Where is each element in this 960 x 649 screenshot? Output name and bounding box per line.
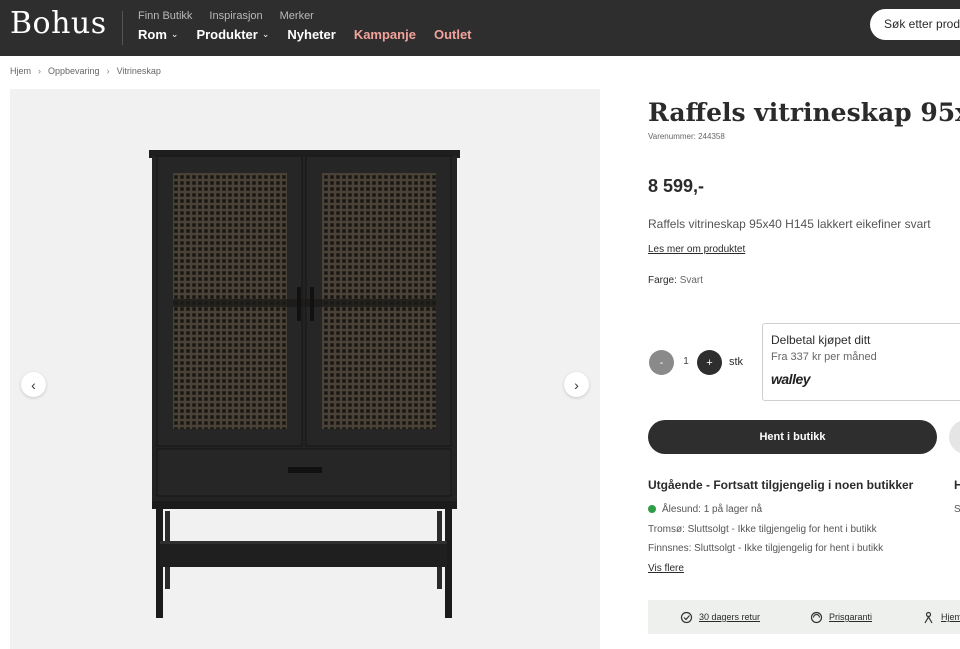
breadcrumb: Hjem › Oppbevaring › Vitrineskap: [10, 66, 161, 76]
bohus-logo[interactable]: Bohus: [10, 6, 107, 41]
chevron-left-icon: ‹: [31, 376, 36, 393]
site-header: Bohus Finn Butikk Inspirasjon Merker Rom…: [0, 0, 960, 56]
nav-nyheter-label: Nyheter: [287, 27, 336, 42]
color-value: Svart: [679, 275, 704, 286]
secondary-button[interactable]: [949, 420, 960, 454]
chevron-down-icon: ⌄: [170, 29, 179, 39]
nav-outlet[interactable]: Outlet: [434, 27, 472, 42]
nav-nyheter[interactable]: Nyheter: [287, 27, 335, 42]
product-price: 8 599,-: [648, 176, 705, 196]
breadcrumb-oppbevaring[interactable]: Oppbevaring: [48, 66, 100, 76]
top-link-merker[interactable]: Merker: [280, 10, 314, 22]
nav-rom[interactable]: Rom ⌄: [138, 27, 178, 42]
quantity-plus-button[interactable]: +: [697, 350, 722, 375]
breadcrumb-hjem[interactable]: Hjem: [10, 66, 31, 76]
breadcrumb-separator-icon: ›: [38, 66, 42, 76]
home-delivery-icon: [924, 611, 933, 623]
quantity-value[interactable]: 1: [681, 356, 691, 367]
stock-column-title-cut: H: [954, 478, 960, 492]
read-more-link[interactable]: Les mer om produktet: [648, 244, 745, 255]
nav-rom-label: Rom: [138, 27, 167, 42]
store-stock-tromso: Tromsø: Sluttsolgt - Ikke tilgjengelig f…: [648, 524, 877, 535]
gallery-next-button[interactable]: ›: [564, 372, 589, 397]
in-stock-dot-icon: [648, 504, 656, 513]
usp-price-guarantee-label: Prisgaranti: [829, 612, 873, 622]
color-label: Farge:: [648, 275, 677, 286]
walley-logo: walley: [771, 371, 811, 387]
breadcrumb-separator-icon: ›: [106, 66, 110, 76]
main-nav: Rom ⌄ Produkter ⌄ Nyheter Kampanje Outle…: [138, 27, 472, 42]
usp-price-guarantee[interactable]: Prisgaranti: [810, 611, 872, 624]
top-link-inspirasjon[interactable]: Inspirasjon: [209, 10, 262, 22]
breadcrumb-vitrineskap[interactable]: Vitrineskap: [117, 66, 161, 76]
color-row: Farge: Svart: [648, 275, 703, 286]
walley-monthly-price: Fra 337 kr per måned: [771, 351, 877, 363]
pickup-in-store-button[interactable]: Hent i butikk: [648, 420, 937, 454]
usp-home-delivery-label: Hjem: [941, 612, 960, 622]
chevron-down-icon: ⌄: [261, 29, 270, 39]
walley-financing-box[interactable]: Delbetal kjøpet ditt Fra 337 kr per måne…: [762, 323, 960, 401]
product-sku: Varenummer: 244358: [648, 132, 725, 141]
nav-outlet-label: Outlet: [433, 27, 472, 42]
quantity-unit: stk: [729, 356, 744, 368]
product-gallery: ‹ ›: [10, 89, 600, 649]
gallery-prev-button[interactable]: ‹: [21, 372, 46, 397]
product-description: Raffels vitrineskap 95x40 H145 lakkert e…: [648, 217, 931, 231]
quantity-minus-button[interactable]: -: [649, 350, 674, 375]
product-title: Raffels vitrineskap 95x40: [648, 98, 960, 127]
usp-return-label: 30 dagers retur: [699, 612, 761, 622]
stock-column-cut-text: S: [954, 504, 960, 515]
search-input[interactable]: Søk etter produkt: [870, 9, 960, 40]
nav-kampanje[interactable]: Kampanje: [354, 27, 416, 42]
header-divider: [122, 11, 123, 45]
product-image[interactable]: [148, 149, 464, 624]
see-more-stores-link[interactable]: Vis flere: [648, 563, 684, 574]
usp-return[interactable]: 30 dagers retur: [680, 611, 760, 624]
return-icon: [680, 611, 693, 623]
store-stock-finnsnes: Finnsnes: Sluttsolgt - Ikke tilgjengelig…: [648, 543, 884, 554]
store-stock-text: Ålesund: 1 på lager nå: [662, 504, 763, 515]
nav-kampanje-label: Kampanje: [353, 27, 416, 42]
price-guarantee-icon: [810, 611, 823, 623]
chevron-right-icon: ›: [574, 376, 579, 393]
nav-produkter[interactable]: Produkter ⌄: [196, 27, 269, 42]
usp-home-delivery[interactable]: Hjem: [922, 611, 960, 624]
nav-produkter-label: Produkter: [196, 27, 258, 42]
walley-heading: Delbetal kjøpet ditt: [771, 333, 871, 347]
top-links: Finn Butikk Inspirasjon Merker: [138, 10, 314, 22]
store-stock-alesund: Ålesund: 1 på lager nå: [648, 504, 762, 515]
stock-status-title: Utgående - Fortsatt tilgjengelig i noen …: [648, 478, 914, 492]
usp-bar: 30 dagers retur Prisgaranti Hjem: [648, 600, 960, 634]
top-link-finn-butikk[interactable]: Finn Butikk: [138, 10, 192, 22]
